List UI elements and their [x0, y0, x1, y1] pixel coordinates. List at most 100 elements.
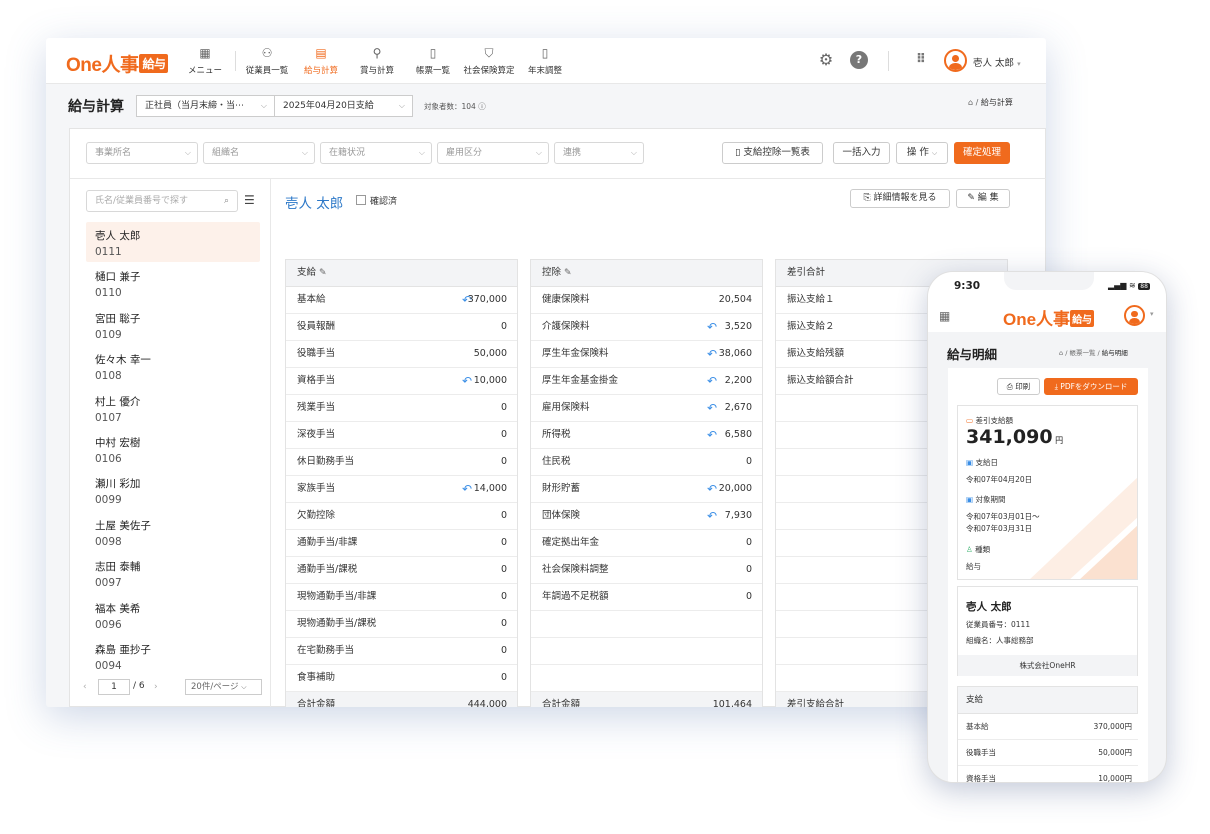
- filter-office[interactable]: 事業所名 ⌵: [86, 142, 198, 164]
- help-icon[interactable]: ?: [850, 51, 868, 69]
- summary-card: ▭ 差引支給額 341,090 円 ▣ 支給日 令和07年04月20日 ▣ 対象…: [957, 405, 1138, 580]
- reply-arrow-icon[interactable]: ↶: [462, 476, 472, 502]
- employee-list-item[interactable]: 福本 美希 0096: [86, 595, 260, 635]
- table-row[interactable]: 食事補助 0: [286, 665, 517, 692]
- employment-type-select[interactable]: 正社員（当月末締・当⋯ ⌵: [136, 95, 275, 117]
- confirm-button[interactable]: 確定処理: [954, 142, 1010, 164]
- table-row[interactable]: [531, 611, 762, 638]
- nav-bonus[interactable]: ⚲ 賞与計算: [347, 46, 407, 76]
- table-row[interactable]: 役職手当 50,000: [286, 341, 517, 368]
- next-page-icon[interactable]: ›: [154, 682, 158, 692]
- nav-menu[interactable]: ▦ メニュー: [175, 46, 235, 76]
- employee-list-item[interactable]: 土屋 美佐子 0098: [86, 512, 260, 552]
- grid-icon: ▦: [199, 46, 211, 60]
- table-row[interactable]: 雇用保険料 ↶ 2,670: [531, 395, 762, 422]
- reply-arrow-icon[interactable]: ↶: [707, 503, 717, 529]
- employee-list-item[interactable]: 佐々木 幸一 0108: [86, 346, 260, 386]
- filter-employment[interactable]: 雇用区分 ⌵: [437, 142, 549, 164]
- table-row[interactable]: 財形貯蓄 ↶ 20,000: [531, 476, 762, 503]
- filter-link[interactable]: 連携 ⌵: [554, 142, 644, 164]
- employee-list-item[interactable]: 森島 亜抄子 0094: [86, 636, 260, 676]
- home-icon[interactable]: ⌂: [968, 98, 973, 107]
- row-label: 振込支給２: [787, 321, 835, 332]
- apps-grid-icon[interactable]: ⠿: [912, 51, 930, 69]
- table-row[interactable]: 現物通勤手当/非課 0: [286, 584, 517, 611]
- gear-icon[interactable]: ⚙: [817, 51, 835, 69]
- employee-list-item[interactable]: 志田 泰輔 0097: [86, 553, 260, 593]
- operation-dropdown[interactable]: 操 作 ⌵: [896, 142, 948, 164]
- phone-menu-icon[interactable]: ▦: [939, 309, 950, 323]
- employee-code: 0111: [95, 246, 122, 258]
- payments-table: 支給 ✎ 基本給 ↶ 370,000 役員報酬 0 役職手当 50,000 資格手当 ↶ 10,0…: [285, 259, 518, 707]
- employee-list-item[interactable]: 瀬川 彩加 0099: [86, 470, 260, 510]
- mobile-phone: 9:30 ▂▄▆ ≋ 88 ▦ One人事 給与 ▾ 給与明細 ⌂ / 帳票一覧 …: [927, 271, 1167, 783]
- reply-arrow-icon[interactable]: ↶: [707, 395, 717, 421]
- table-row[interactable]: 資格手当 ↶ 10,000: [286, 368, 517, 395]
- statement-list-button[interactable]: ▯ 支給控除一覧表: [722, 142, 823, 164]
- nav-reports[interactable]: ▯ 帳票一覧: [403, 46, 463, 76]
- nav-year-end[interactable]: ▯ 年末調整: [515, 46, 575, 76]
- reply-arrow-icon[interactable]: ↶: [707, 368, 717, 394]
- table-row[interactable]: 年調過不足税額 0: [531, 584, 762, 611]
- edit-icon[interactable]: ✎: [319, 268, 327, 278]
- nav-payroll[interactable]: ▤ 給与計算: [291, 46, 351, 76]
- filter-status[interactable]: 在籍状況 ⌵: [320, 142, 432, 164]
- period-start: 令和07年03月01日〜: [966, 512, 1040, 521]
- table-row[interactable]: 社会保険料調整 0: [531, 557, 762, 584]
- table-row[interactable]: 厚生年金保険料 ↶ 38,060: [531, 341, 762, 368]
- bulk-input-button[interactable]: 一括入力: [833, 142, 890, 164]
- reply-arrow-icon[interactable]: ↶: [707, 314, 717, 340]
- table-row[interactable]: 確定拠出年金 0: [531, 530, 762, 557]
- table-row[interactable]: 介護保険料 ↶ 3,520: [531, 314, 762, 341]
- print-button[interactable]: ⎙ 印刷: [997, 378, 1040, 395]
- employee-list-item[interactable]: 中村 宏樹 0106: [86, 429, 260, 469]
- table-row[interactable]: 欠勤控除 0: [286, 503, 517, 530]
- edit-button[interactable]: ✎ 編 集: [956, 189, 1010, 208]
- search-input[interactable]: 氏名/従業員番号で探す ⌕: [86, 190, 238, 212]
- home-icon[interactable]: ⌂: [1059, 349, 1063, 357]
- table-row[interactable]: 現物通勤手当/課税 0: [286, 611, 517, 638]
- prev-page-icon[interactable]: ‹: [83, 682, 87, 692]
- table-row[interactable]: 通勤手当/課税 0: [286, 557, 517, 584]
- table-row[interactable]: 役員報酬 0: [286, 314, 517, 341]
- table-row[interactable]: 通勤手当/非課 0: [286, 530, 517, 557]
- reply-arrow-icon[interactable]: ↶: [707, 422, 717, 448]
- table-row[interactable]: 深夜手当 0: [286, 422, 517, 449]
- detail-info-button[interactable]: ⎘ 詳細情報を見る: [850, 189, 950, 208]
- table-row[interactable]: 厚生年金基金掛金 ↶ 2,200: [531, 368, 762, 395]
- table-row[interactable]: 在宅勤務手当 0: [286, 638, 517, 665]
- table-row[interactable]: [531, 665, 762, 692]
- employee-list-item[interactable]: 壱人 太郎 0111: [86, 222, 260, 262]
- phone-avatar[interactable]: [1124, 305, 1145, 326]
- table-row[interactable]: 住民税 0: [531, 449, 762, 476]
- filter-org[interactable]: 組織名 ⌵: [203, 142, 315, 164]
- table-row[interactable]: 健康保険料 20,504: [531, 287, 762, 314]
- table-row[interactable]: 残業手当 0: [286, 395, 517, 422]
- employee-list-item[interactable]: 宮田 聡子 0109: [86, 305, 260, 345]
- confirmed-checkbox[interactable]: [356, 195, 366, 205]
- avatar[interactable]: [944, 49, 967, 72]
- table-row[interactable]: 家族手当 ↶ 14,000: [286, 476, 517, 503]
- table-row[interactable]: 基本給 ↶ 370,000: [286, 287, 517, 314]
- reply-arrow-icon[interactable]: ↶: [707, 476, 717, 502]
- sort-icon[interactable]: ☰: [244, 193, 255, 207]
- table-row[interactable]: [531, 638, 762, 665]
- nav-employees[interactable]: ⚇ 従業員一覧: [237, 46, 297, 76]
- edit-icon[interactable]: ✎: [564, 268, 572, 278]
- table-row[interactable]: 団体保険 ↶ 7,930: [531, 503, 762, 530]
- pdf-download-button[interactable]: ⤓ PDFをダウンロード: [1044, 378, 1138, 395]
- page-input[interactable]: 1: [98, 679, 130, 695]
- phone-logo[interactable]: One人事 給与: [1003, 305, 1095, 330]
- reply-arrow-icon[interactable]: ↶: [462, 368, 472, 394]
- employee-list-item[interactable]: 村上 優介 0107: [86, 388, 260, 428]
- employee-list-item[interactable]: 樋口 兼子 0110: [86, 263, 260, 303]
- pay-date-select[interactable]: 2025年04月20日支給 ⌵: [274, 95, 413, 117]
- user-menu[interactable]: 壱人 太郎 ▾: [973, 55, 1021, 69]
- nav-social-insurance[interactable]: ⛉ 社会保険算定: [459, 46, 519, 76]
- table-row[interactable]: 休日勤務手当 0: [286, 449, 517, 476]
- table-row[interactable]: 所得税 ↶ 6,580: [531, 422, 762, 449]
- chevron-down-icon[interactable]: ▾: [1150, 310, 1154, 318]
- app-logo[interactable]: One人事 給与: [66, 50, 169, 77]
- per-page-select[interactable]: 20件/ページ ⌵: [185, 679, 262, 695]
- reply-arrow-icon[interactable]: ↶: [707, 341, 717, 367]
